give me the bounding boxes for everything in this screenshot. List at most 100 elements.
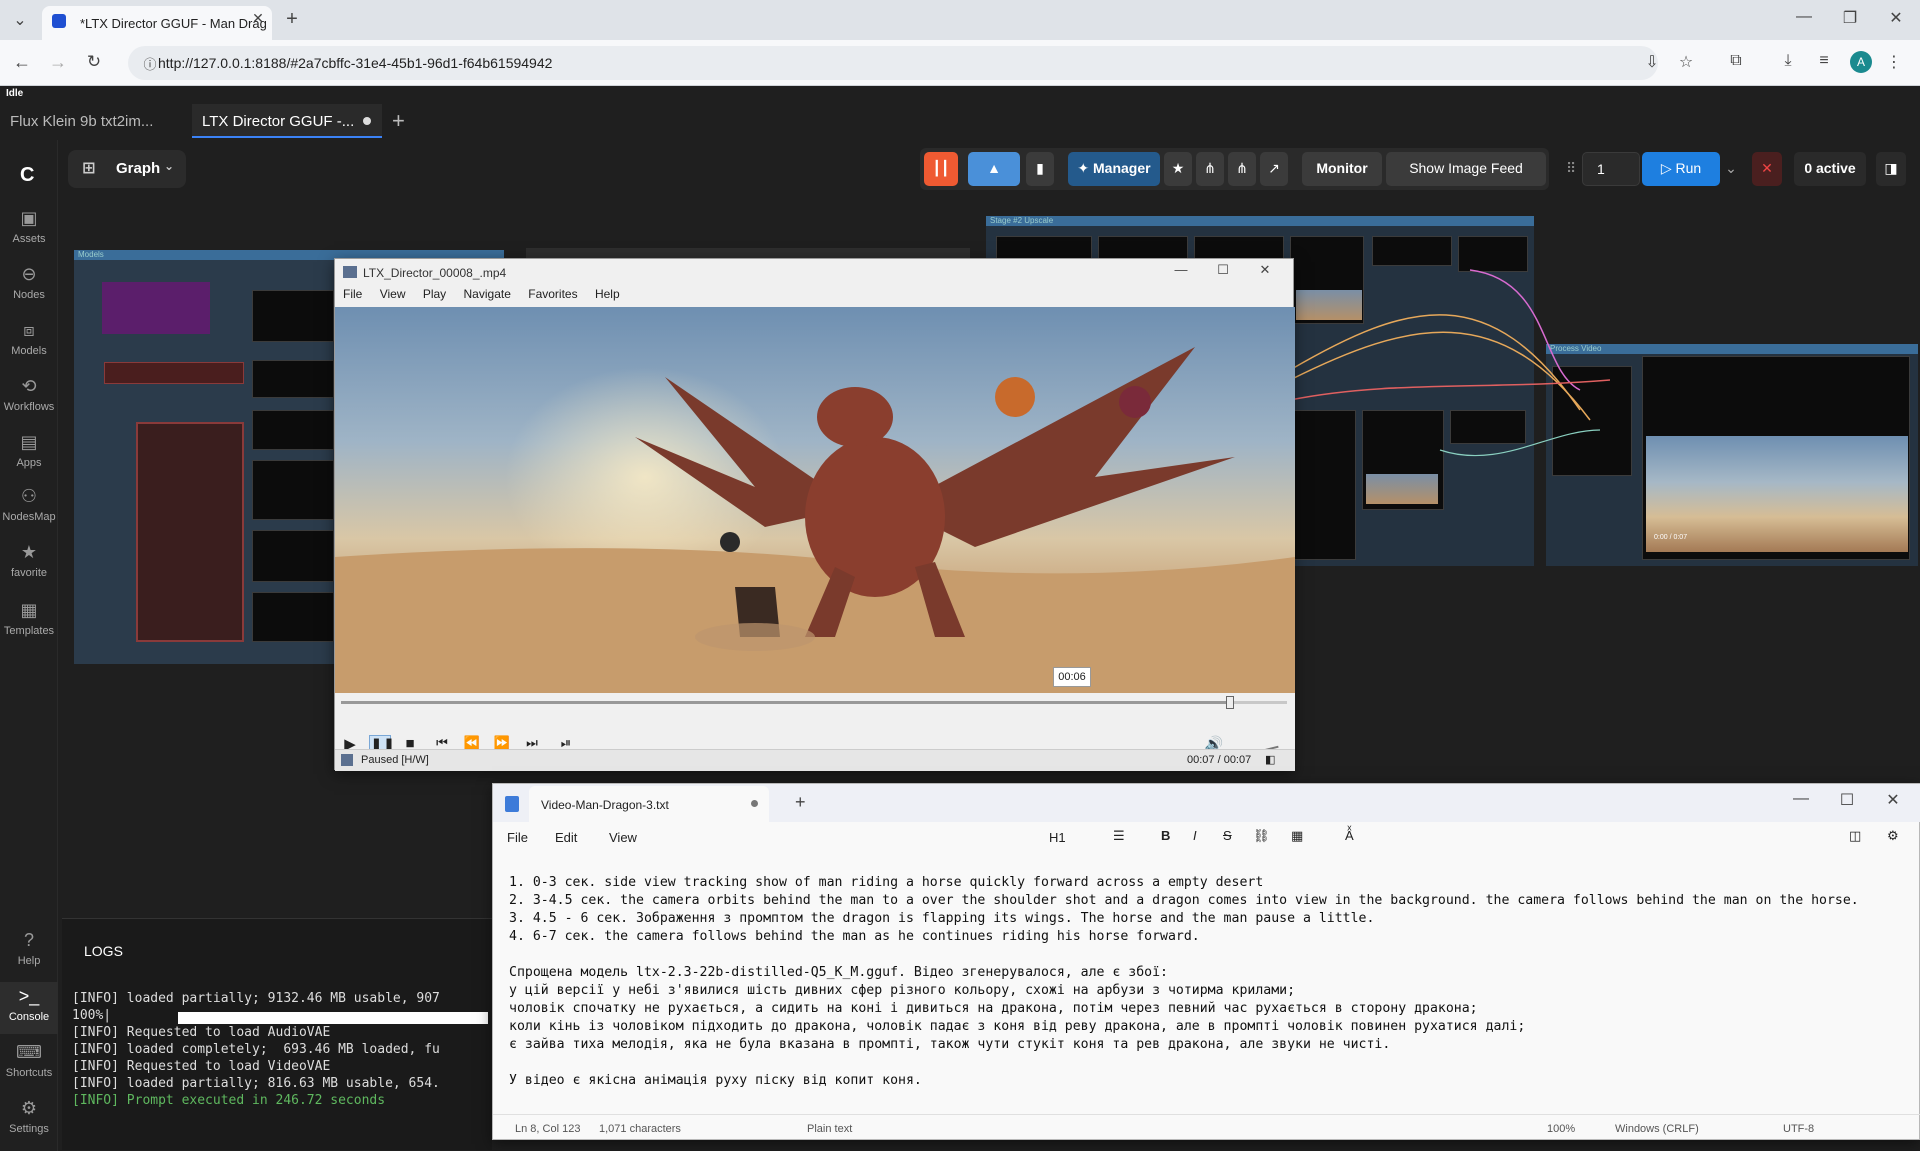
active-queue-button[interactable]: 0 active	[1794, 152, 1866, 186]
workflow-tab-flux[interactable]: Flux Klein 9b txt2im...	[0, 104, 190, 138]
node[interactable]	[252, 410, 334, 450]
media-icon[interactable]: ≡	[1812, 52, 1836, 70]
forward-icon[interactable]: →	[46, 52, 70, 73]
menu-play[interactable]: Play	[423, 287, 446, 301]
node[interactable]	[102, 282, 210, 334]
new-tab-icon[interactable]: +	[280, 8, 304, 31]
run-options-icon[interactable]: ⌄	[1722, 152, 1740, 186]
bold-icon[interactable]: B	[1161, 828, 1170, 843]
bookmark-star-icon[interactable]: ☆	[1674, 52, 1698, 72]
workflow-tab-ltx[interactable]: LTX Director GGUF -...	[192, 104, 382, 138]
sidebar-item-models[interactable]: ⧈ Models	[0, 320, 58, 357]
player-maximize-icon[interactable]: ☐	[1211, 262, 1235, 278]
menu-view[interactable]: View	[609, 830, 637, 845]
manager-button[interactable]: ✦ Manager	[1068, 152, 1160, 186]
sidebar-item-help[interactable]: ? Help	[0, 930, 58, 967]
sidebar-item-nodesmap[interactable]: ⚇ NodesMap	[0, 486, 58, 523]
seek-bar[interactable]	[341, 696, 1287, 709]
menu-favorites[interactable]: Favorites	[528, 287, 577, 301]
browser-menu-icon[interactable]: ⋮	[1882, 52, 1906, 72]
notepad-maximize-icon[interactable]: ☐	[1835, 790, 1859, 810]
notepad-minimize-icon[interactable]: —	[1789, 790, 1813, 808]
profile-avatar[interactable]: A	[1850, 51, 1872, 73]
minimize-icon[interactable]: —	[1792, 8, 1816, 26]
notepad-text[interactable]: 1. 0-3 сек. side view tracking show of m…	[509, 874, 1909, 1090]
sidebar-item-nodes[interactable]: ⊖ Nodes	[0, 264, 58, 301]
node[interactable]	[252, 530, 334, 582]
bookmark-icon[interactable]: ▮	[1026, 152, 1054, 186]
new-workflow-icon[interactable]: +	[392, 108, 405, 134]
tab-search-icon[interactable]: ⌄	[8, 10, 32, 30]
text-format[interactable]: Plain text	[807, 1123, 852, 1135]
clear-format-icon[interactable]: Aͯ	[1345, 828, 1354, 843]
graph-button[interactable]: ⊞ Graph ⌄	[68, 150, 186, 188]
progress-bar	[178, 1012, 488, 1024]
strikethrough-icon[interactable]: S	[1223, 828, 1232, 843]
menu-view[interactable]: View	[380, 287, 406, 301]
italic-icon[interactable]: I	[1193, 828, 1197, 843]
copilot-icon[interactable]: ◫	[1849, 828, 1861, 844]
table-icon[interactable]: ▦	[1291, 828, 1303, 844]
close-tab-icon[interactable]: ✕	[246, 10, 270, 27]
install-app-icon[interactable]: ⇩	[1640, 52, 1664, 72]
flow-a-icon[interactable]: ⋔	[1196, 152, 1224, 186]
restore-icon[interactable]: ❐	[1838, 8, 1862, 28]
menu-edit[interactable]: Edit	[555, 830, 577, 845]
node[interactable]	[252, 592, 334, 642]
downloads-icon[interactable]: ⤓	[1776, 52, 1800, 70]
monitor-button[interactable]: Monitor	[1302, 152, 1382, 186]
settings-gear-icon[interactable]: ⚙	[1887, 828, 1899, 844]
list-icon[interactable]: ☰	[1113, 828, 1125, 844]
node[interactable]	[252, 460, 334, 520]
close-window-icon[interactable]: ✕	[1884, 8, 1908, 28]
cancel-icon[interactable]: ✕	[1752, 152, 1782, 186]
sidebar-item-apps[interactable]: ▤ Apps	[0, 432, 58, 469]
menu-help[interactable]: Help	[595, 287, 620, 301]
heading-dropdown[interactable]: H1	[1049, 830, 1066, 845]
crystools-icon[interactable]: ▲	[968, 152, 1020, 186]
sidebar-item-console[interactable]: >_ Console	[0, 982, 58, 1034]
encoding[interactable]: UTF-8	[1783, 1123, 1814, 1135]
notepad-close-icon[interactable]: ✕	[1881, 790, 1905, 810]
link-icon[interactable]: ⛓	[1253, 828, 1270, 844]
menu-file[interactable]: File	[507, 830, 528, 845]
panel-toggle-icon[interactable]: ◨	[1876, 152, 1906, 186]
menu-navigate[interactable]: Navigate	[464, 287, 511, 301]
new-tab-icon[interactable]: +	[795, 792, 806, 813]
sidebar-item-templates[interactable]: ▦ Templates	[0, 600, 58, 637]
node[interactable]	[252, 360, 334, 398]
menu-file[interactable]: File	[343, 287, 362, 301]
notepad-tab[interactable]: Video-Man-Dragon-3.txt	[529, 786, 769, 822]
seek-handle[interactable]	[1226, 696, 1235, 709]
show-image-feed-button[interactable]: Show Image Feed	[1386, 152, 1546, 186]
back-icon[interactable]: ←	[10, 52, 34, 73]
node[interactable]	[104, 362, 244, 384]
browser-tab[interactable]: *LTX Director GGUF - Man Drag	[42, 6, 272, 40]
drag-handle-icon[interactable]: ⠿	[1566, 160, 1576, 177]
run-button[interactable]: ▷ Run	[1642, 152, 1720, 186]
node[interactable]	[136, 422, 244, 642]
sidebar-item-workflows[interactable]: ⟲ Workflows	[0, 376, 58, 413]
notepad-window: Video-Man-Dragon-3.txt + — ☐ ✕ File Edit…	[492, 783, 1920, 1140]
node[interactable]	[252, 290, 334, 342]
sidebar-item-shortcuts[interactable]: ⌨ Shortcuts	[0, 1042, 58, 1079]
line-ending[interactable]: Windows (CRLF)	[1615, 1123, 1699, 1135]
models-group-title: Models	[78, 250, 104, 259]
url-field[interactable]: http://127.0.0.1:8188/#2a7cbffc-31e4-45b…	[128, 46, 1658, 80]
flow-b-icon[interactable]: ⋔	[1228, 152, 1256, 186]
sidebar-item-favorite[interactable]: ★ favorite	[0, 542, 58, 579]
audio-icon[interactable]: ┃┃	[924, 152, 958, 186]
reload-icon[interactable]: ↻	[82, 52, 106, 72]
sidebar-item-settings[interactable]: ⚙ Settings	[0, 1098, 58, 1135]
video-frame[interactable]	[335, 307, 1295, 693]
player-close-icon[interactable]: ✕	[1253, 262, 1277, 278]
star-button-icon[interactable]: ★	[1164, 152, 1192, 186]
site-info-icon[interactable]: ⓘ	[138, 54, 162, 73]
comfy-logo-icon[interactable]: C	[20, 164, 34, 187]
extensions-icon[interactable]: ⧉	[1724, 52, 1748, 70]
zoom-level[interactable]: 100%	[1547, 1123, 1575, 1135]
player-minimize-icon[interactable]: —	[1169, 262, 1193, 277]
share-icon[interactable]: ↗	[1260, 152, 1288, 186]
sidebar-item-assets[interactable]: ▣ Assets	[0, 208, 58, 245]
queue-count-input[interactable]: 1	[1582, 152, 1640, 186]
